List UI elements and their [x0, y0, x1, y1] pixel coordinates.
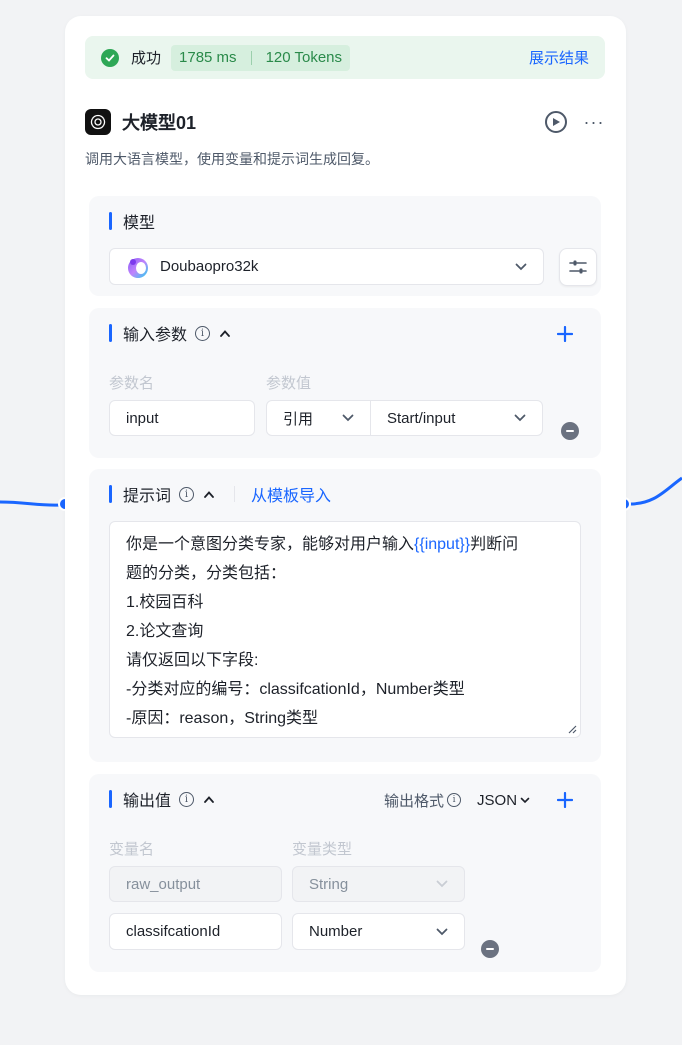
prompt-line: 你是一个意图分类专家，能够对用户输入{{input}}判断问: [126, 536, 519, 553]
prompt-textarea[interactable]: 你是一个意图分类专家，能够对用户输入{{input}}判断问 题的分类，分类包括…: [109, 521, 581, 738]
prompt-line: 2.论文查询: [126, 623, 204, 640]
sliders-icon: [569, 260, 587, 274]
info-icon[interactable]: i: [179, 486, 195, 502]
collapse-caret-icon[interactable]: [204, 794, 214, 804]
chevron-down-icon: [520, 797, 530, 803]
node-header: 大模型01 ···: [85, 108, 605, 136]
remove-param-button[interactable]: [561, 422, 579, 440]
node-description: 调用大语言模型，使用变量和提示词生成回复。: [85, 151, 379, 167]
play-icon: [552, 118, 560, 126]
output-type-select[interactable]: Number: [292, 913, 465, 950]
chevron-down-icon: [436, 928, 448, 935]
variable-name-column-label: 变量名: [109, 841, 155, 858]
remove-output-button[interactable]: [481, 940, 499, 958]
output-type-value: String: [309, 875, 349, 893]
model-select-value: Doubaopro32k: [160, 258, 259, 275]
add-input-param-button[interactable]: [557, 326, 573, 342]
prompt-line: 请仅返回以下字段:: [126, 652, 259, 669]
success-check-icon: [101, 48, 119, 67]
node-actions: ···: [545, 111, 605, 133]
section-accent-bar: [109, 790, 112, 808]
prompt-variable: {{input}}: [414, 536, 471, 553]
info-icon[interactable]: i: [179, 791, 195, 807]
run-status-bar: 成功 1785 ms 120 Tokens 展示结果: [85, 36, 605, 79]
chevron-down-icon: [515, 263, 527, 270]
variable-type-column-label: 变量类型: [292, 841, 353, 858]
prompt-line: 题的分类，分类包括：: [126, 565, 287, 582]
output-format-label: 输出格式: [384, 792, 445, 810]
status-text: 成功: [131, 50, 162, 67]
param-value-column-label: 参数值: [266, 375, 312, 392]
param-name-input[interactable]: input: [109, 400, 255, 436]
param-reference-value: Start/input: [387, 409, 456, 427]
input-params-section: 输入参数 i 参数名 参数值 input 引用 Start/input: [89, 308, 601, 458]
more-options-button[interactable]: ···: [583, 112, 605, 133]
output-type-select: String: [292, 866, 465, 902]
prompt-line: 1.校园百科: [126, 594, 204, 611]
model-select[interactable]: Doubaopro32k: [109, 248, 544, 285]
model-section: 模型 Doubaopro32k: [89, 196, 601, 296]
input-params-label: 输入参数: [123, 327, 188, 344]
add-output-button[interactable]: [557, 792, 573, 808]
duration-value: 1785 ms: [179, 49, 237, 66]
model-settings-button[interactable]: [559, 248, 597, 286]
output-section: 输出值 i 输出格式 i JSON 变量名 变量类型 raw_output St…: [89, 774, 601, 972]
output-format-control: 输出格式 i JSON: [384, 789, 530, 811]
prompt-section-header: 提示词 i 从模板导入: [109, 483, 331, 505]
section-accent-bar: [109, 212, 112, 230]
output-name-input: raw_output: [109, 866, 282, 902]
resize-handle-icon[interactable]: [567, 724, 577, 734]
chevron-down-icon: [436, 880, 448, 888]
run-metrics-badge: 1785 ms 120 Tokens: [171, 44, 351, 71]
outgoing-edge: [630, 476, 682, 506]
collapse-caret-icon[interactable]: [220, 328, 230, 338]
param-name-column-label: 参数名: [109, 375, 155, 392]
llm-node-card[interactable]: 成功 1785 ms 120 Tokens 展示结果 大模型01 ··· 调用大…: [65, 16, 626, 995]
run-button[interactable]: [545, 111, 567, 133]
chevron-down-icon: [514, 414, 526, 422]
output-format-select[interactable]: JSON: [477, 792, 530, 809]
info-icon[interactable]: i: [447, 793, 462, 807]
output-name-input[interactable]: classifcationId: [109, 913, 282, 950]
section-accent-bar: [109, 485, 112, 503]
output-section-header: 输出值 i: [109, 788, 214, 810]
header-divider: [234, 486, 236, 502]
import-template-link[interactable]: 从模板导入: [251, 482, 331, 506]
tokens-value: 120 Tokens: [265, 49, 343, 66]
prompt-section: 提示词 i 从模板导入 你是一个意图分类专家，能够对用户输入{{input}}判…: [89, 469, 601, 762]
show-result-link[interactable]: 展示结果: [529, 47, 589, 68]
metrics-divider: [250, 50, 252, 65]
model-section-label: 模型: [123, 215, 156, 232]
prompt-section-label: 提示词: [123, 488, 172, 505]
prompt-line: -分类对应的编号：classifcationId，Number类型: [126, 681, 465, 698]
output-section-label: 输出值: [123, 793, 172, 810]
model-section-header: 模型: [109, 210, 155, 232]
node-title[interactable]: 大模型01: [122, 109, 196, 135]
section-accent-bar: [109, 324, 112, 342]
input-params-header: 输入参数 i: [109, 322, 230, 344]
prompt-line: -原因：reason，String类型: [126, 710, 319, 727]
output-type-value: Number: [309, 923, 363, 940]
doubao-model-icon: [126, 255, 150, 279]
incoming-edge: [0, 500, 60, 507]
collapse-caret-icon[interactable]: [204, 489, 214, 499]
info-icon[interactable]: i: [195, 325, 211, 341]
output-format-value: JSON: [477, 791, 518, 809]
openai-logo-icon: [85, 109, 111, 135]
param-source-value: 引用: [283, 410, 314, 428]
param-source-select[interactable]: 引用: [266, 400, 371, 436]
chevron-down-icon: [342, 414, 354, 422]
param-reference-select[interactable]: Start/input: [370, 400, 543, 436]
